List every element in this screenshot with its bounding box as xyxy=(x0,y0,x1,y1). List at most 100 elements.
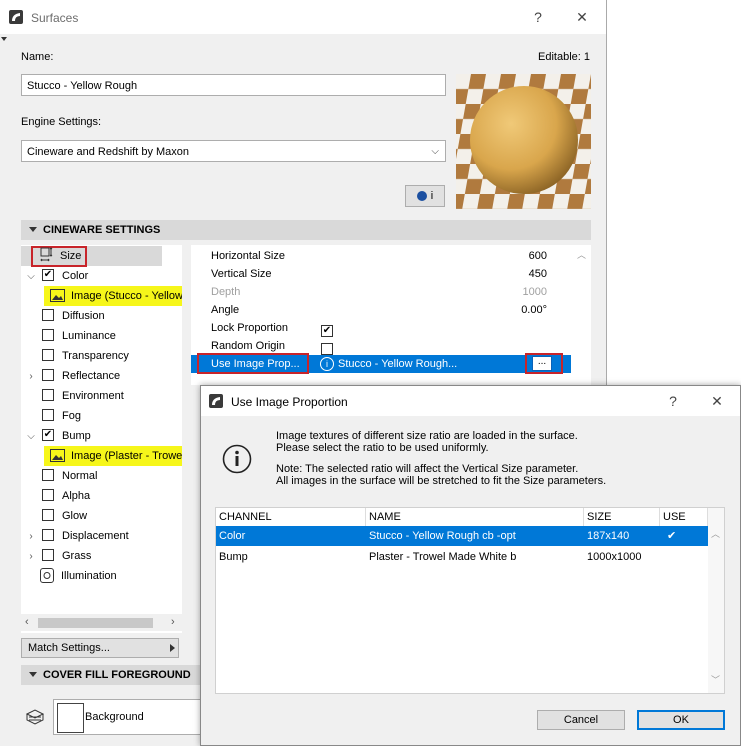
grass-checkbox[interactable] xyxy=(42,549,54,562)
background-color-swatch xyxy=(57,703,84,733)
glow-checkbox[interactable] xyxy=(42,509,54,522)
row-channel: Bump xyxy=(219,551,248,563)
name-input[interactable]: Stucco - Yellow Rough xyxy=(21,74,446,96)
cancel-button[interactable]: Cancel xyxy=(537,710,625,730)
dialog-titlebar: Use Image Proportion ? ✕ xyxy=(201,386,740,416)
luminance-checkbox[interactable] xyxy=(42,329,54,342)
channel-transparency[interactable]: Transparency xyxy=(42,346,129,366)
note-line-1: Note: The selected ratio will affect the… xyxy=(276,463,579,475)
channel-alpha[interactable]: Alpha xyxy=(42,486,90,506)
horizontal-size-value[interactable]: 600 xyxy=(529,247,547,265)
match-settings-button[interactable]: Match Settings... xyxy=(21,638,179,658)
scroll-down-icon[interactable]: ﹀ xyxy=(711,673,720,686)
channel-list[interactable]: Size ⌵ ✔ Color Image (Stucco - Yellow Diff… xyxy=(21,245,182,633)
channel-bump-label: Bump xyxy=(62,430,91,442)
ok-button[interactable]: OK xyxy=(637,710,725,730)
table-row[interactable]: Color Stucco - Yellow Rough cb -opt 187x… xyxy=(216,526,708,546)
chevron-right-icon[interactable]: › xyxy=(26,367,36,387)
message-line-2: Please select the ratio to be used unifo… xyxy=(276,442,489,454)
dialog-help-button[interactable]: ? xyxy=(663,393,683,409)
fog-checkbox[interactable] xyxy=(42,409,54,422)
column-channel[interactable]: CHANNEL xyxy=(216,508,366,526)
expand-triangle-icon xyxy=(29,227,37,232)
row-size: 187x140 xyxy=(587,530,630,542)
scroll-up-icon[interactable]: ︿ xyxy=(711,527,720,540)
normal-checkbox[interactable] xyxy=(42,469,54,482)
bump-checkbox[interactable]: ✔ xyxy=(42,429,54,442)
prop-use-image-proportion[interactable]: Use Image Prop... i Stucco - Yellow Roug… xyxy=(191,353,571,374)
displacement-checkbox[interactable] xyxy=(42,529,54,542)
lock-proportion-checkbox[interactable]: ✔ xyxy=(321,325,333,338)
channel-transparency-label: Transparency xyxy=(62,350,129,362)
prop-vertical-size[interactable]: Vertical Size 450 xyxy=(191,265,571,283)
scroll-left-icon[interactable]: ‹ xyxy=(25,616,29,628)
engine-select[interactable]: Cineware and Redshift by Maxon ⌵ xyxy=(21,140,446,162)
channel-list-scrollbar[interactable]: ‹ › xyxy=(21,614,182,631)
channel-glow-label: Glow xyxy=(62,510,88,522)
diffusion-checkbox[interactable] xyxy=(42,309,54,322)
channel-displacement-label: Displacement xyxy=(62,530,129,542)
color-checkbox[interactable]: ✔ xyxy=(42,269,54,282)
channel-color-image[interactable]: Image (Stucco - Yellow xyxy=(44,286,182,306)
background-label: Background xyxy=(85,711,144,723)
channel-grass[interactable]: › Grass xyxy=(26,546,91,566)
environment-checkbox[interactable] xyxy=(42,389,54,402)
fill-icon[interactable] xyxy=(25,708,45,726)
proportion-table[interactable]: CHANNEL NAME SIZE USE Color Stucco - Yel… xyxy=(215,507,725,694)
channel-environment[interactable]: Environment xyxy=(42,386,124,406)
image-icon xyxy=(50,288,65,302)
engine-info-button[interactable]: i xyxy=(405,185,445,207)
channel-illumination[interactable]: Illumination xyxy=(40,566,117,586)
editable-count: Editable: 1 xyxy=(538,51,590,63)
transparency-checkbox[interactable] xyxy=(42,349,54,362)
prop-lock-proportion[interactable]: Lock Proportion ✔ xyxy=(191,319,571,338)
chevron-expanded-icon[interactable]: ⌵ xyxy=(26,427,36,447)
table-row[interactable]: Bump Plaster - Trowel Made White b 1000x… xyxy=(216,547,708,567)
channel-normal[interactable]: Normal xyxy=(42,466,97,486)
channel-diffusion[interactable]: Diffusion xyxy=(42,306,105,326)
chevron-right-icon[interactable]: › xyxy=(26,547,36,567)
channel-bump-image[interactable]: Image (Plaster - Trowe xyxy=(44,446,182,466)
surfaces-title: Surfaces xyxy=(31,11,79,25)
channel-environment-label: Environment xyxy=(62,390,124,402)
scroll-right-icon[interactable]: › xyxy=(171,616,175,628)
prop-horizontal-size[interactable]: Horizontal Size 600 xyxy=(191,247,571,265)
channel-glow[interactable]: Glow xyxy=(42,506,87,526)
channel-size[interactable]: Size xyxy=(21,246,182,267)
channel-luminance-label: Luminance xyxy=(62,330,116,342)
info-icon xyxy=(222,444,252,474)
scrollbar-thumb[interactable] xyxy=(38,618,153,628)
channel-reflectance[interactable]: › Reflectance xyxy=(26,366,120,386)
column-name[interactable]: NAME xyxy=(366,508,584,526)
vertical-size-value[interactable]: 450 xyxy=(529,265,547,283)
cineware-settings-header[interactable]: CINEWARE SETTINGS xyxy=(21,220,591,240)
chevron-expanded-icon[interactable]: ⌵ xyxy=(26,267,36,287)
channel-luminance[interactable]: Luminance xyxy=(42,326,116,346)
channel-normal-label: Normal xyxy=(62,470,98,482)
background-selector[interactable]: Background xyxy=(53,699,203,735)
column-size[interactable]: SIZE xyxy=(584,508,660,526)
alpha-checkbox[interactable] xyxy=(42,489,54,502)
channel-color-label: Color xyxy=(62,270,89,282)
chevron-right-icon[interactable]: › xyxy=(26,527,36,547)
collapse-arrow-icon[interactable] xyxy=(1,37,7,41)
angle-value[interactable]: 0.00° xyxy=(521,301,547,319)
channel-fog[interactable]: Fog xyxy=(42,406,81,426)
reflectance-checkbox[interactable] xyxy=(42,369,54,382)
channel-fog-label: Fog xyxy=(62,410,81,422)
chevron-down-icon: ⌵ xyxy=(431,146,439,157)
browse-button[interactable]: ... xyxy=(532,356,552,371)
channel-displacement[interactable]: › Displacement xyxy=(26,526,129,546)
random-origin-checkbox[interactable] xyxy=(321,343,333,356)
scroll-up-icon[interactable]: ︿ xyxy=(577,248,586,261)
row-use-check[interactable]: ✔ xyxy=(667,526,676,546)
column-use[interactable]: USE xyxy=(660,508,708,526)
help-button[interactable]: ? xyxy=(528,9,548,25)
prop-angle[interactable]: Angle 0.00° xyxy=(191,301,571,319)
channel-bump[interactable]: ⌵ ✔ Bump xyxy=(26,426,91,446)
channel-color[interactable]: ⌵ ✔ Color xyxy=(26,266,88,286)
close-button[interactable]: ✕ xyxy=(572,9,592,26)
table-scrollbar[interactable]: ︿ ﹀ xyxy=(708,508,724,693)
dialog-close-button[interactable]: ✕ xyxy=(707,393,727,410)
message-line-1: Image textures of different size ratio a… xyxy=(276,430,578,442)
